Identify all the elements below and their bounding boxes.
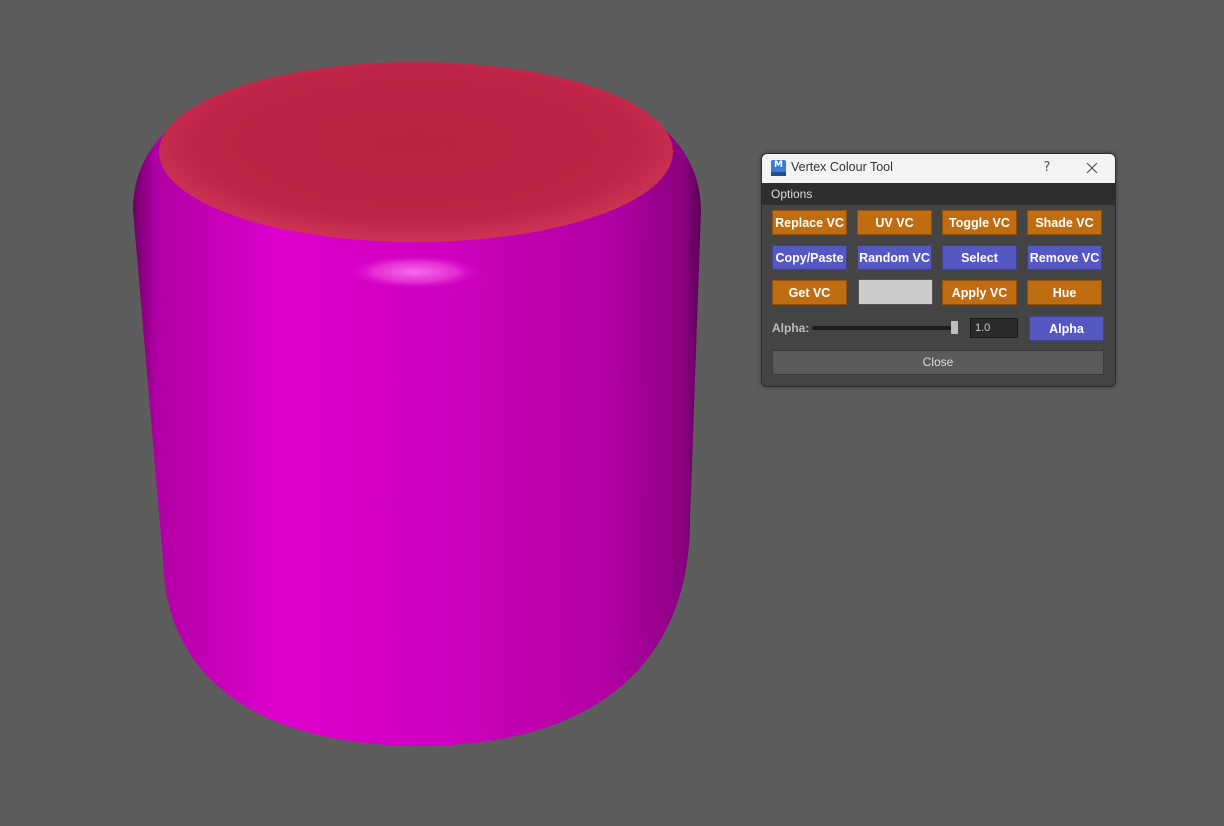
window-title: Vertex Colour Tool <box>791 160 893 174</box>
random-vc-button[interactable]: Random VC <box>857 245 932 270</box>
close-icon <box>1086 162 1098 174</box>
alpha-slider-fill <box>812 326 955 330</box>
specular-highlight <box>347 255 483 289</box>
toggle-vc-button[interactable]: Toggle VC <box>942 210 1017 235</box>
select-button[interactable]: Select <box>942 245 1017 270</box>
app-icon-letter: M <box>774 160 783 170</box>
3d-viewport[interactable] <box>0 0 1224 826</box>
get-vc-button[interactable]: Get VC <box>772 280 847 305</box>
menu-options[interactable]: Options <box>771 187 812 201</box>
cylinder-cap <box>159 62 673 242</box>
remove-vc-button[interactable]: Remove VC <box>1027 245 1102 270</box>
vertex-colour-tool-window[interactable]: M Vertex Colour Tool ? Options Replace V… <box>761 153 1116 387</box>
copy-paste-button[interactable]: Copy/Paste <box>772 245 847 270</box>
alpha-label: Alpha: <box>772 321 810 335</box>
maya-app-icon: M <box>771 160 786 176</box>
alpha-slider-handle[interactable] <box>951 321 958 334</box>
help-button[interactable]: ? <box>1034 157 1060 179</box>
alpha-slider[interactable] <box>812 321 958 334</box>
hue-button[interactable]: Hue <box>1027 280 1102 305</box>
window-titlebar[interactable]: M Vertex Colour Tool ? <box>762 154 1115 183</box>
alpha-button[interactable]: Alpha <box>1029 316 1104 341</box>
replace-vc-button[interactable]: Replace VC <box>772 210 847 235</box>
window-close-button[interactable] <box>1078 157 1106 179</box>
menu-bar: Options <box>762 183 1115 205</box>
close-button[interactable]: Close <box>772 350 1104 375</box>
uv-vc-button[interactable]: UV VC <box>857 210 932 235</box>
cylinder-mesh[interactable] <box>0 0 1224 826</box>
apply-vc-button[interactable]: Apply VC <box>942 280 1017 305</box>
alpha-value-input[interactable] <box>970 318 1018 338</box>
colour-swatch[interactable] <box>858 279 933 305</box>
shade-vc-button[interactable]: Shade VC <box>1027 210 1102 235</box>
help-icon: ? <box>1043 160 1051 175</box>
